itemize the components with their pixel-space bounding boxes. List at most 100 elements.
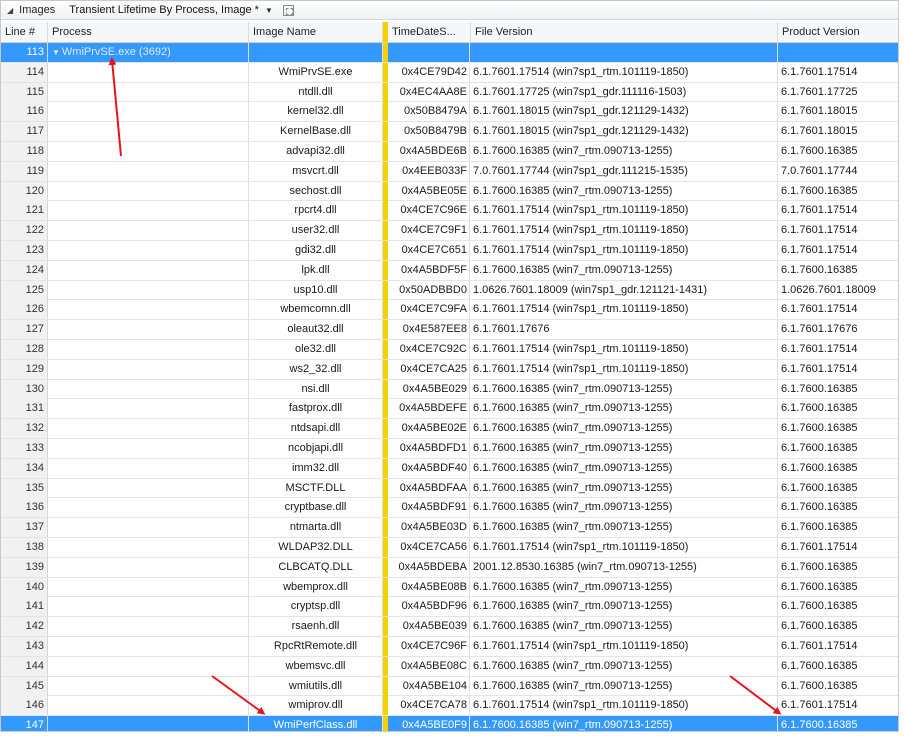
table-row[interactable]: 121 rpcrt4.dll 0x4CE7C96E 6.1.7601.17514 (w… bbox=[1, 201, 898, 222]
chevron-down-icon[interactable]: ▼ bbox=[265, 6, 273, 15]
timedate-cell: 0x4A5BDF5F bbox=[388, 260, 470, 280]
table-row[interactable]: 113 ▼ WmiPrvSE.exe (3692) bbox=[1, 43, 898, 63]
timedate-cell: 0x4A5BDF40 bbox=[388, 458, 470, 478]
table-row[interactable]: 135 MSCTF.DLL 0x4A5BDFAA 6.1.7600.16385 (wi… bbox=[1, 478, 898, 499]
timedate-cell: 0x4EC4AA8E bbox=[388, 82, 470, 102]
column-header-file-version[interactable]: File Version bbox=[471, 22, 778, 42]
table-row[interactable]: 134 imm32.dll 0x4A5BDF40 6.1.7600.16385 (wi… bbox=[1, 458, 898, 479]
table-row[interactable]: 117 KernelBase.dll 0x50B8479B 6.1.7601.1801… bbox=[1, 122, 898, 142]
process-cell bbox=[48, 300, 249, 320]
timedate-cell: 0x4A5BDEFE bbox=[388, 399, 470, 419]
timedate-cell: 0x4A5BE0F9 bbox=[388, 716, 470, 731]
file-version-cell: 6.1.7600.16385 (win7_rtm.090713-1255) bbox=[471, 498, 778, 518]
process-cell bbox=[48, 656, 249, 676]
table-row[interactable]: 118 advapi32.dll 0x4A5BDE6B 6.1.7600.16385 … bbox=[1, 141, 898, 162]
table-row[interactable]: 126 wbemcomn.dll 0x4CE7C9FA 6.1.7601.17514 … bbox=[1, 300, 898, 321]
table-row[interactable]: 141 cryptsp.dll 0x4A5BDF96 6.1.7600.16385 (… bbox=[1, 597, 898, 618]
timedate-cell: 0x4A5BDFD1 bbox=[388, 438, 470, 458]
process-cell bbox=[48, 82, 249, 102]
product-version-cell: 6.1.7600.16385 bbox=[781, 263, 858, 276]
column-header-image[interactable]: Image Name bbox=[249, 22, 383, 42]
table-row[interactable]: 138 WLDAP32.DLL 0x4CE7CA56 6.1.7601.17514 (… bbox=[1, 537, 898, 558]
timedate-cell: 0x4A5BE029 bbox=[388, 379, 470, 399]
process-cell bbox=[48, 419, 249, 439]
column-header-line[interactable]: Line # bbox=[1, 22, 48, 42]
timedate-cell: 0x4CE79D42 bbox=[388, 62, 470, 82]
timedate-cell: 0x4A5BDE6B bbox=[388, 141, 470, 161]
process-name: WmiPrvSE.exe (3692) bbox=[61, 46, 171, 58]
timedate-cell: 0x4A5BE02E bbox=[388, 419, 470, 439]
column-header-process[interactable]: Process bbox=[48, 22, 249, 42]
line-number-cell: 136 bbox=[1, 498, 48, 518]
table-row[interactable]: 147 WmiPerfClass.dll 0x4A5BE0F9 6.1.7600.16… bbox=[1, 716, 898, 732]
table-row[interactable]: 142 rsaenh.dll 0x4A5BE039 6.1.7600.16385 (w… bbox=[1, 617, 898, 637]
collapse-triangle-icon[interactable]: ◢ bbox=[7, 6, 13, 15]
timedate-cell: 0x4A5BDF96 bbox=[388, 597, 470, 617]
column-header-timedate[interactable]: TimeDateS... bbox=[388, 22, 471, 42]
process-cell bbox=[48, 102, 249, 122]
view-settings-icon[interactable] bbox=[282, 4, 294, 16]
expand-triangle-icon[interactable]: ▼ bbox=[52, 43, 60, 62]
product-version-cell: 6.1.7600.16385 bbox=[781, 481, 858, 494]
table-row[interactable]: 129 ws2_32.dll 0x4CE7CA25 6.1.7601.17514 (w… bbox=[1, 359, 898, 380]
line-number-cell: 124 bbox=[1, 260, 48, 280]
image-name-cell: ntmarta.dll bbox=[249, 518, 383, 538]
table-row[interactable]: 120 sechost.dll 0x4A5BE05E 6.1.7600.16385 (… bbox=[1, 181, 898, 202]
file-version-cell: 6.1.7600.16385 (win7_rtm.090713-1255) bbox=[471, 577, 778, 597]
image-name-cell: kernel32.dll bbox=[249, 102, 383, 122]
timedate-cell: 0x4A5BE104 bbox=[388, 676, 470, 696]
table-row[interactable]: 123 gdi32.dll 0x4CE7C651 6.1.7601.17514 (wi… bbox=[1, 240, 898, 261]
file-version-cell: 6.1.7600.16385 (win7_rtm.090713-1255) bbox=[471, 676, 778, 696]
line-number-cell: 139 bbox=[1, 557, 48, 577]
table-row[interactable]: 132 ntdsapi.dll 0x4A5BE02E 6.1.7600.16385 (… bbox=[1, 419, 898, 439]
table-row[interactable]: 137 ntmarta.dll 0x4A5BE03D 6.1.7600.16385 (… bbox=[1, 518, 898, 538]
process-cell bbox=[48, 260, 249, 280]
process-cell bbox=[48, 181, 249, 201]
table-row[interactable]: 144 wbemsvc.dll 0x4A5BE08C 6.1.7600.16385 (… bbox=[1, 656, 898, 677]
product-version-cell: 6.1.7600.16385 bbox=[781, 402, 858, 415]
table-row[interactable]: 139 CLBCATQ.DLL 0x4A5BDEBA 2001.12.8530.163… bbox=[1, 557, 898, 578]
product-version-cell: 6.1.7601.17514 bbox=[781, 639, 858, 652]
table-body: 113 ▼ WmiPrvSE.exe (3692) 114 WmiPrvSE.exe 0x… bbox=[1, 43, 898, 732]
file-version-cell: 6.1.7600.16385 (win7_rtm.090713-1255) bbox=[471, 518, 778, 538]
process-cell: ▼ WmiPrvSE.exe (3692) bbox=[48, 43, 249, 62]
timedate-cell: 0x4A5BDEBA bbox=[388, 557, 470, 577]
table-row[interactable]: 145 wmiutils.dll 0x4A5BE104 6.1.7600.16385 … bbox=[1, 676, 898, 697]
timedate-cell: 0x4A5BDFAA bbox=[388, 478, 470, 498]
table-row[interactable]: 115 ntdll.dll 0x4EC4AA8E 6.1.7601.17725 (wi… bbox=[1, 82, 898, 103]
file-version-cell: 6.1.7600.16385 (win7_rtm.090713-1255) bbox=[471, 181, 778, 201]
table-row[interactable]: 122 user32.dll 0x4CE7C9F1 6.1.7601.17514 (w… bbox=[1, 221, 898, 241]
product-version-cell: 6.1.7600.16385 bbox=[781, 659, 858, 672]
table-row[interactable]: 136 cryptbase.dll 0x4A5BDF91 6.1.7600.16385… bbox=[1, 498, 898, 519]
view-preset-name[interactable]: Transient Lifetime By Process, Image * bbox=[69, 4, 259, 16]
file-version-cell: 6.1.7600.16385 (win7_rtm.090713-1255) bbox=[471, 716, 778, 731]
table-row[interactable]: 140 wbemprox.dll 0x4A5BE08B 6.1.7600.16385 … bbox=[1, 577, 898, 598]
image-name-cell: wbemprox.dll bbox=[249, 577, 383, 597]
file-version-cell: 6.1.7600.16385 (win7_rtm.090713-1255) bbox=[471, 260, 778, 280]
panel-tab-label[interactable]: Images bbox=[19, 4, 55, 16]
process-cell bbox=[48, 617, 249, 637]
product-version-cell: 6.1.7601.17514 bbox=[781, 243, 858, 256]
table-row[interactable]: 130 nsi.dll 0x4A5BE029 6.1.7600.16385 (win7… bbox=[1, 379, 898, 400]
file-version-cell: 6.1.7601.18015 (win7sp1_gdr.121129-1432) bbox=[471, 122, 778, 142]
table-row[interactable]: 143 RpcRtRemote.dll 0x4CE7C96F 6.1.7601.175… bbox=[1, 636, 898, 657]
product-version-cell: 6.1.7601.18015 bbox=[781, 125, 858, 138]
column-header-product-version[interactable]: Product Version bbox=[778, 22, 898, 42]
table-row[interactable]: 114 WmiPrvSE.exe 0x4CE79D42 6.1.7601.17514 … bbox=[1, 62, 898, 83]
table-row[interactable]: 119 msvcrt.dll 0x4EEB033F 7.0.7601.17744 (w… bbox=[1, 161, 898, 182]
table-row[interactable]: 131 fastprox.dll 0x4A5BDEFE 6.1.7600.16385 … bbox=[1, 399, 898, 420]
table-row[interactable]: 133 ncobjapi.dll 0x4A5BDFD1 6.1.7600.16385 … bbox=[1, 438, 898, 459]
table-row[interactable]: 128 ole32.dll 0x4CE7C92C 6.1.7601.17514 (wi… bbox=[1, 339, 898, 360]
process-cell bbox=[48, 122, 249, 142]
timedate-cell: 0x4EEB033F bbox=[388, 161, 470, 181]
product-version-cell: 6.1.7600.16385 bbox=[781, 719, 858, 732]
file-version-cell: 6.1.7600.16385 (win7_rtm.090713-1255) bbox=[471, 617, 778, 637]
table-row[interactable]: 146 wmiprov.dll 0x4CE7CA78 6.1.7601.17514 (… bbox=[1, 696, 898, 717]
product-version-cell: 6.1.7600.16385 bbox=[781, 461, 858, 474]
table-row[interactable]: 124 lpk.dll 0x4A5BDF5F 6.1.7600.16385 (win7… bbox=[1, 260, 898, 281]
line-number-cell: 147 bbox=[1, 716, 48, 731]
table-row[interactable]: 125 usp10.dll 0x50ADBBD0 1.0626.7601.18009 … bbox=[1, 280, 898, 301]
table-row[interactable]: 116 kernel32.dll 0x50B8479A 6.1.7601.18015 … bbox=[1, 102, 898, 123]
table-row[interactable]: 127 oleaut32.dll 0x4E587EE8 6.1.7601.17676 6… bbox=[1, 320, 898, 340]
timedate-cell: 0x4CE7C9FA bbox=[388, 300, 470, 320]
